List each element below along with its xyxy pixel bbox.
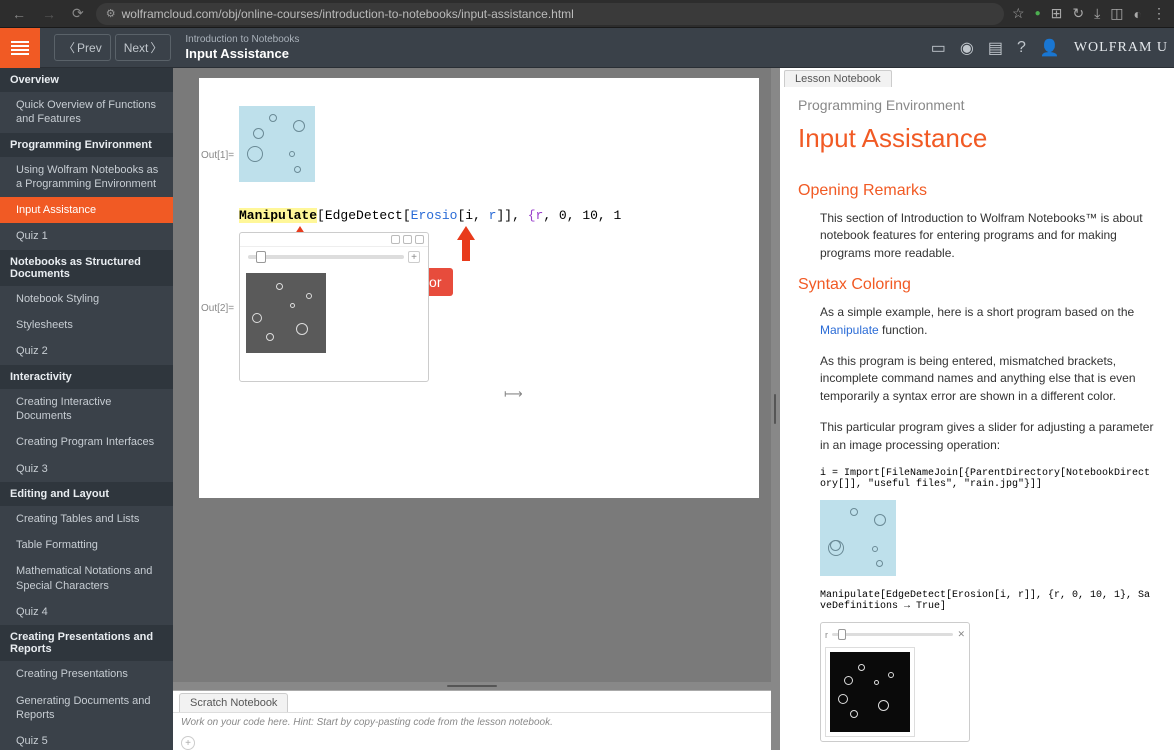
chat-icon[interactable]: ▤: [988, 38, 1003, 58]
help-icon[interactable]: ?: [1017, 39, 1026, 57]
manipulate-toolbar: [240, 233, 428, 247]
browser-url-text: wolframcloud.com/obj/online-courses/intr…: [122, 7, 574, 21]
page-title: Input Assistance: [185, 46, 299, 62]
sidebar-nav[interactable]: OverviewQuick Overview of Functions and …: [0, 68, 173, 750]
lesson-image-rain: [820, 500, 1156, 576]
globe-icon[interactable]: ◉: [960, 38, 974, 58]
center-pane: Out[1]= Manipulate[EdgeDetect[Erosio[i, …: [173, 68, 771, 750]
lesson-manipulate-panel[interactable]: r ✕: [820, 622, 970, 742]
manipulate-output-image: [246, 273, 326, 353]
prev-next-nav: 〈Prev Next〉: [54, 34, 171, 61]
sidebar-item[interactable]: Quiz 1: [0, 223, 173, 249]
prev-button[interactable]: 〈Prev: [54, 34, 111, 61]
scratch-notebook-pane: Scratch Notebook Work on your code here.…: [173, 690, 771, 750]
extension-tab-icon[interactable]: ↻: [1072, 5, 1084, 22]
lesson-manipulate-output: [830, 652, 910, 732]
heading-syntax-coloring: Syntax Coloring: [798, 276, 1156, 294]
sidebar-item[interactable]: Quiz 3: [0, 456, 173, 482]
extension-download-icon[interactable]: ⤓: [1094, 5, 1100, 22]
lesson-crumb: Programming Environment: [798, 97, 1156, 113]
scratch-hint-text: Work on your code here. Hint: Start by c…: [173, 712, 771, 732]
horizontal-splitter[interactable]: [173, 682, 771, 690]
sidebar-item[interactable]: Quiz 2: [0, 338, 173, 364]
add-cell-button[interactable]: +: [181, 736, 195, 750]
extension-panel-icon[interactable]: ◫: [1110, 5, 1123, 22]
sidebar-item[interactable]: Quiz 5: [0, 728, 173, 750]
slider-expand-icon[interactable]: +: [408, 251, 420, 263]
manipulate-slider[interactable]: +: [240, 247, 428, 267]
paragraph-remarks: This section of Introduction to Wolfram …: [820, 210, 1156, 262]
output-label-2: Out[2]=: [201, 303, 234, 314]
paragraph-syntax-1: As a simple example, here is a short pro…: [820, 304, 1156, 339]
sidebar-item[interactable]: Input Assistance: [0, 197, 173, 223]
next-button[interactable]: Next〉: [115, 34, 172, 61]
app-header: 〈Prev Next〉 Introduction to Notebooks In…: [0, 28, 1174, 68]
browser-extensions: ☆ ● ⊞ ↻ ⤓ ◫ ◐ ⋮: [1012, 5, 1166, 22]
chevron-left-icon: 〈: [63, 39, 75, 56]
sidebar-section[interactable]: Creating Presentations and Reports: [0, 625, 173, 661]
header-actions: ▭ ◉ ▤ ? 👤 WOLFRAM U: [931, 38, 1174, 58]
paragraph-syntax-2: As this program is being entered, mismat…: [820, 353, 1156, 405]
sidebar-section[interactable]: Programming Environment: [0, 133, 173, 157]
course-name: Introduction to Notebooks: [185, 34, 299, 46]
lesson-notebook-pane: Lesson Notebook Programming Environment …: [779, 68, 1174, 750]
browser-forward-button[interactable]: →: [38, 4, 60, 24]
sidebar-item[interactable]: Creating Presentations: [0, 661, 173, 687]
code-import: i = Import[FileNameJoin[{ParentDirectory…: [820, 468, 1156, 490]
bookmark-icon[interactable]: ☆: [1012, 5, 1025, 22]
hamburger-icon: [11, 41, 29, 55]
output-label-1: Out[1]=: [201, 150, 234, 161]
slider-close-icon[interactable]: ✕: [957, 629, 965, 640]
browser-url-bar[interactable]: ⚙ wolframcloud.com/obj/online-courses/in…: [96, 3, 1004, 25]
timeline-marker-icon: ⟼: [504, 386, 523, 402]
lesson-slider[interactable]: r ✕: [825, 627, 965, 643]
sidebar-item[interactable]: Creating Program Interfaces: [0, 429, 173, 455]
output-image-rain: [239, 106, 315, 182]
paragraph-syntax-3: This particular program gives a slider f…: [820, 419, 1156, 454]
code-manipulate: Manipulate[EdgeDetect[Erosion[i, r]], {r…: [820, 590, 1156, 612]
heading-opening-remarks: Opening Remarks: [798, 182, 1156, 200]
lesson-title: Input Assistance: [798, 123, 1156, 154]
lesson-tab[interactable]: Lesson Notebook: [784, 70, 892, 87]
sidebar-item[interactable]: Notebook Styling: [0, 286, 173, 312]
browser-reload-button[interactable]: ⟳: [68, 3, 88, 24]
screen-icon[interactable]: ▭: [931, 38, 946, 58]
manipulate-link[interactable]: Manipulate: [820, 323, 879, 337]
breadcrumb: Introduction to Notebooks Input Assistan…: [185, 34, 299, 62]
extension-puzzle-icon[interactable]: ⊞: [1051, 5, 1063, 22]
profile-avatar-icon[interactable]: ◐: [1134, 6, 1142, 22]
menu-logo-button[interactable]: [0, 28, 40, 68]
wolfram-u-logo: WOLFRAM U: [1074, 40, 1168, 56]
browser-menu-icon[interactable]: ⋮: [1152, 5, 1166, 22]
sidebar-section[interactable]: Overview: [0, 68, 173, 92]
sidebar-item[interactable]: Stylesheets: [0, 312, 173, 338]
extension-status-icon[interactable]: ●: [1035, 8, 1041, 19]
sidebar-item[interactable]: Using Wolfram Notebooks as a Programming…: [0, 157, 173, 198]
manipulate-panel[interactable]: +: [239, 232, 429, 382]
browser-toolbar: ← → ⟳ ⚙ wolframcloud.com/obj/online-cour…: [0, 0, 1174, 28]
site-info-icon[interactable]: ⚙: [106, 7, 116, 20]
user-icon[interactable]: 👤: [1040, 38, 1060, 58]
sidebar-item[interactable]: Creating Interactive Documents: [0, 389, 173, 430]
lesson-content[interactable]: Programming Environment Input Assistance…: [780, 87, 1174, 750]
sidebar-section[interactable]: Notebooks as Structured Documents: [0, 250, 173, 286]
scratch-tab[interactable]: Scratch Notebook: [179, 693, 288, 712]
vertical-splitter[interactable]: [771, 68, 779, 750]
sidebar-item[interactable]: Quiz 4: [0, 599, 173, 625]
arrow-icon-2: [457, 226, 475, 262]
browser-back-button[interactable]: ←: [8, 4, 30, 24]
chevron-right-icon: 〉: [150, 39, 162, 56]
sidebar-item[interactable]: Creating Tables and Lists: [0, 506, 173, 532]
sidebar-item[interactable]: Table Formatting: [0, 532, 173, 558]
code-line: Manipulate[EdgeDetect[Erosio[i, r]], {r,…: [239, 208, 621, 223]
sidebar-item[interactable]: Quick Overview of Functions and Features: [0, 92, 173, 133]
app-body: OverviewQuick Overview of Functions and …: [0, 68, 1174, 750]
sidebar-item[interactable]: Mathematical Notations and Special Chara…: [0, 558, 173, 599]
sidebar-section[interactable]: Interactivity: [0, 365, 173, 389]
sidebar-section[interactable]: Editing and Layout: [0, 482, 173, 506]
sidebar-item[interactable]: Generating Documents and Reports: [0, 688, 173, 729]
lecture-slide: Out[1]= Manipulate[EdgeDetect[Erosio[i, …: [199, 78, 759, 498]
video-slide-area[interactable]: Out[1]= Manipulate[EdgeDetect[Erosio[i, …: [173, 68, 771, 682]
